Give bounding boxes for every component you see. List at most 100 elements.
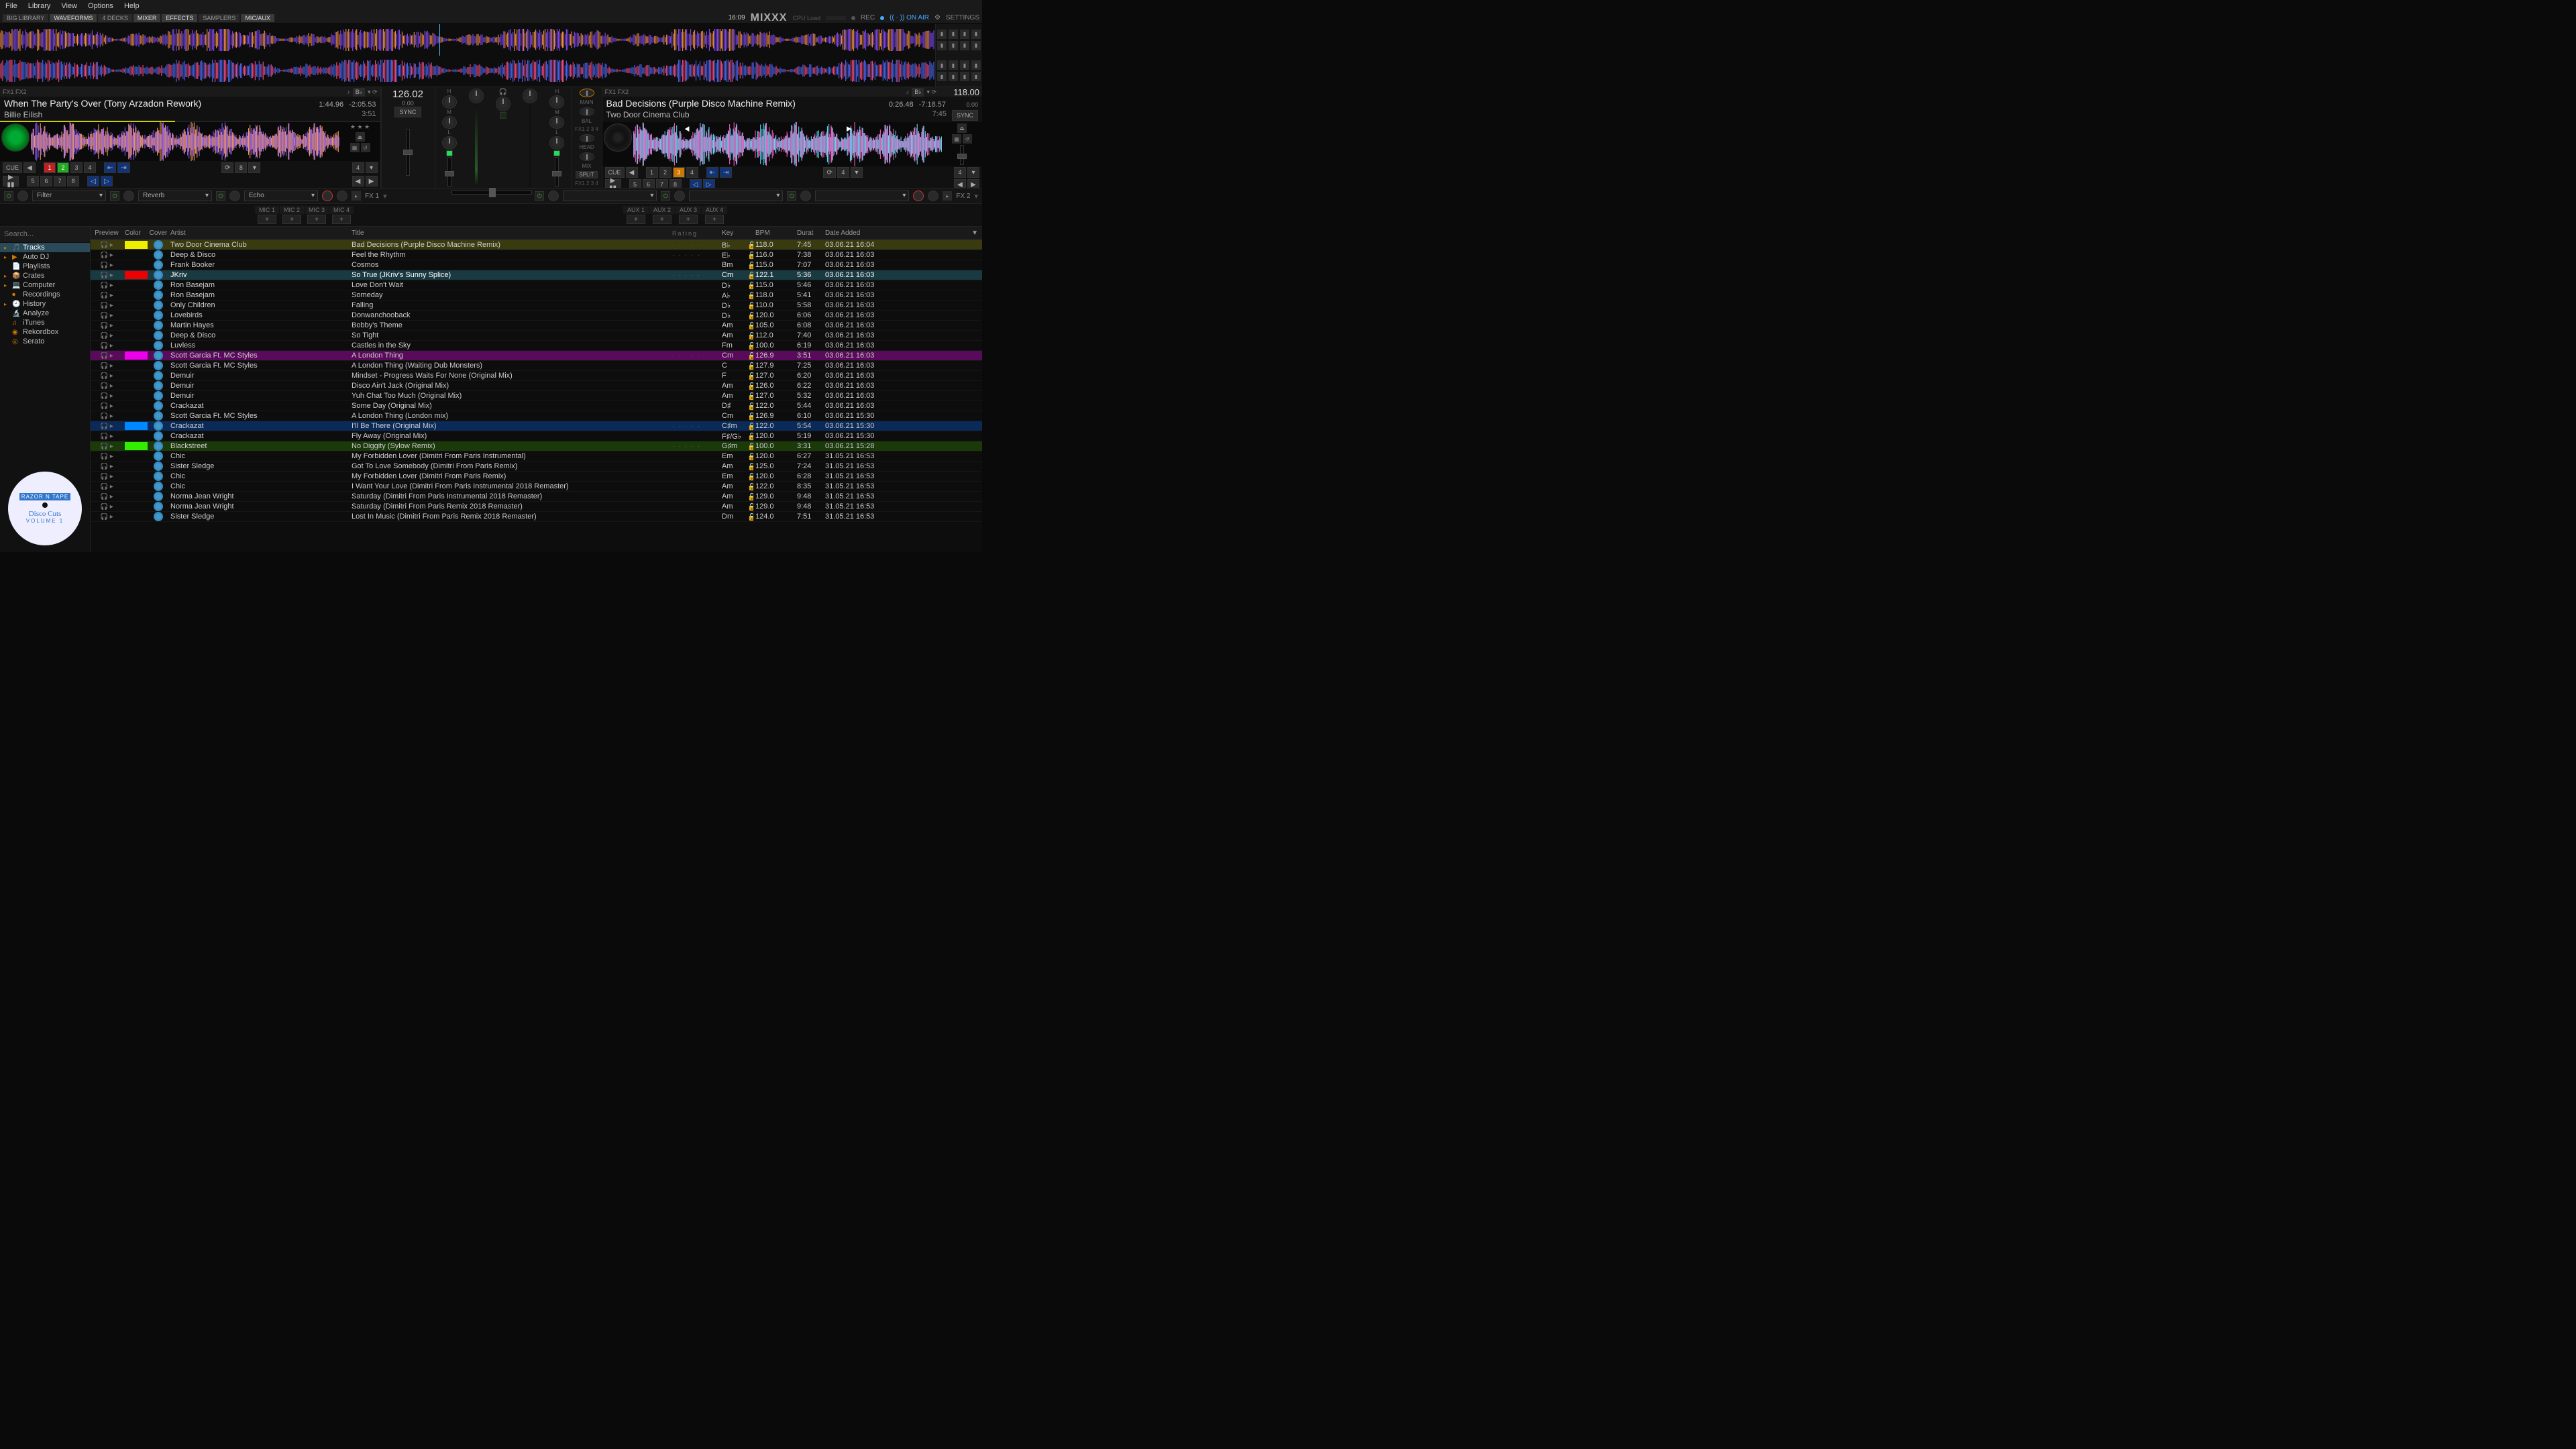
ch1-eq-low[interactable] (442, 136, 457, 150)
col-preview[interactable]: Preview (91, 229, 123, 237)
fx1-slot2-power[interactable]: ⏻ (110, 191, 119, 201)
bpm-lock-icon[interactable]: 🔒 (745, 251, 753, 260)
track-row[interactable]: 🎧▸ Demuir Disco Ain't Jack (Original Mix… (91, 381, 982, 391)
mic-4-enable[interactable]: + (332, 215, 351, 224)
preview-play-icon[interactable]: 🎧 (100, 262, 108, 269)
tree-rekordbox[interactable]: ◉Rekordbox (0, 327, 90, 337)
menu-options[interactable]: Options (88, 2, 113, 10)
deck1-jump-back[interactable]: ◀ (352, 176, 364, 186)
deck2-hotcue-4[interactable]: 4 (686, 167, 698, 178)
fx1-mix[interactable] (337, 191, 347, 201)
deck1-hotcue-7[interactable]: 7 (54, 176, 66, 186)
ovs2-btn-7[interactable]: ▮ (971, 72, 981, 81)
ch1-eq-mid[interactable] (442, 116, 457, 129)
bpm-lock-icon[interactable]: 🔒 (745, 492, 753, 501)
track-row[interactable]: 🎧▸ Crackazat I'll Be There (Original Mix… (91, 421, 982, 431)
ovs2-btn-0[interactable]: ▮ (937, 60, 947, 70)
preview-play-icon[interactable]: 🎧 (100, 332, 108, 339)
tree-playlists[interactable]: 📄Playlists (0, 262, 90, 271)
tree-recordings[interactable]: ⏺Recordings (0, 290, 90, 299)
aux-2-enable[interactable]: + (653, 215, 672, 224)
deck1-hotcue-2[interactable]: 2 (57, 162, 69, 173)
track-rating[interactable]: · · · · · (670, 352, 712, 359)
aux-3-label[interactable]: AUX 3 (676, 206, 701, 214)
split-cue-button[interactable]: SPLIT (576, 171, 597, 178)
bpm-lock-icon[interactable]: 🔒 (745, 442, 753, 451)
aux-4-label[interactable]: AUX 4 (702, 206, 727, 214)
ch2-pfl[interactable] (553, 150, 560, 156)
track-row[interactable]: 🎧▸ Demuir Yuh Chat Too Much (Original Mi… (91, 391, 982, 401)
fx1-slot3-power[interactable]: ⏻ (216, 191, 225, 201)
deck1-hotcue-8[interactable]: 8 (67, 176, 79, 186)
preview-play-icon[interactable]: 🎧 (100, 362, 108, 370)
col-color[interactable]: Color (123, 229, 148, 237)
headphone-gain[interactable] (496, 97, 511, 111)
track-rating[interactable]: · · · · · (670, 252, 712, 258)
preview-play-icon[interactable]: 🎧 (100, 493, 108, 500)
deck1-key-menu-icon[interactable]: ♪ (347, 89, 350, 95)
preview-play-icon[interactable]: 🎧 (100, 292, 108, 299)
bpm-lock-icon[interactable]: 🔒 (745, 362, 753, 370)
fx2-slot2-meta[interactable] (674, 191, 685, 201)
main-gain[interactable] (580, 89, 594, 97)
preview-play-icon[interactable]: 🎧 (100, 352, 108, 360)
ovs2-btn-1[interactable]: ▮ (949, 60, 958, 70)
bpm-lock-icon[interactable]: 🔒 (745, 482, 753, 491)
mic-3-label[interactable]: MIC 3 (305, 206, 329, 214)
track-row[interactable]: 🎧▸ Chic My Forbidden Lover (Dimitri From… (91, 451, 982, 462)
menu-file[interactable]: File (5, 2, 17, 10)
deck1-eject-button[interactable]: ⏏ (356, 132, 365, 142)
track-color-chip[interactable] (125, 352, 148, 360)
deck2-beatjump-menu[interactable]: ▾ (967, 167, 979, 178)
ovs1-btn-4[interactable]: ▮ (937, 41, 947, 50)
mic-1-label[interactable]: MIC 1 (255, 206, 279, 214)
preview-play-icon[interactable]: 🎧 (100, 413, 108, 420)
deck1-loop-out[interactable]: ⇥ (117, 162, 129, 173)
preview-play-icon[interactable]: 🎧 (100, 322, 108, 329)
tree-tracks[interactable]: ▸🎵Tracks (0, 243, 90, 252)
bpm-lock-icon[interactable]: 🔒 (745, 502, 753, 511)
aux-1-label[interactable]: AUX 1 (623, 206, 649, 214)
preview-play-icon[interactable]: 🎧 (100, 463, 108, 470)
deck2-bpm[interactable]: 118.00 (939, 87, 979, 97)
deck1-hotcue-6[interactable]: 6 (40, 176, 52, 186)
tree-history[interactable]: ▸🕘History (0, 299, 90, 309)
bpm-lock-icon[interactable]: 🔒 (745, 281, 753, 290)
deck1-beatgrid-earlier[interactable]: ◁ (87, 176, 99, 186)
deck2-waveform[interactable]: ◀ ▶ (633, 122, 943, 166)
toolbar-waveforms[interactable]: WAVEFORMS (50, 14, 97, 22)
track-row[interactable]: 🎧▸ Scott Garcia Ft. MC Styles A London T… (91, 351, 982, 361)
bpm-lock-icon[interactable]: 🔒 (745, 301, 753, 310)
ch2-volume[interactable] (555, 157, 559, 186)
track-color-chip[interactable] (125, 271, 148, 279)
deck1-cue-button[interactable]: CUE (3, 162, 22, 173)
bpm-lock-icon[interactable]: 🔒 (745, 452, 753, 461)
deck1-beatjump-menu[interactable]: ▾ (366, 162, 378, 173)
fx2-slot1-select[interactable] (563, 191, 657, 201)
ovs1-btn-3[interactable]: ▮ (971, 30, 981, 39)
aux-2-label[interactable]: AUX 2 (649, 206, 675, 214)
toolbar-big-library[interactable]: BIG LIBRARY (3, 14, 48, 22)
bpm-lock-icon[interactable]: 🔒 (745, 402, 753, 411)
deck2-hotcue-3[interactable]: 3 (673, 167, 685, 178)
preview-play-icon[interactable]: 🎧 (100, 473, 108, 480)
bpm-lock-icon[interactable]: 🔒 (745, 372, 753, 380)
preview-play-icon[interactable]: 🎧 (100, 433, 108, 440)
deck1-jump-fwd[interactable]: ▶ (366, 176, 378, 186)
ch2-eq-low[interactable] (549, 136, 564, 150)
toolbar-4-decks[interactable]: 4 DECKS (98, 14, 132, 22)
toolbar-samplers[interactable]: SAMPLERS (199, 14, 239, 22)
toolbar-effects[interactable]: EFFECTS (162, 14, 197, 22)
preview-play-icon[interactable]: 🎧 (100, 342, 108, 350)
deck1-waveform[interactable] (31, 122, 340, 161)
deck2-loop-toggle[interactable]: ⟳ (823, 167, 835, 178)
preview-play-icon[interactable]: 🎧 (100, 402, 108, 410)
track-rating[interactable]: · · · · · (670, 241, 712, 248)
deck2-cue-button[interactable]: CUE (605, 167, 625, 178)
fx2-slot1-power[interactable]: ⏻ (535, 191, 544, 201)
track-row[interactable]: 🎧▸ Frank Booker Cosmos Bm 🔒 115.0 7:07 0… (91, 260, 982, 270)
preview-play-icon[interactable]: 🎧 (100, 513, 108, 521)
fx2-slot1-meta[interactable] (548, 191, 559, 201)
deck2-eject-button[interactable]: ⏏ (957, 123, 967, 133)
fx2-slot3-select[interactable] (815, 191, 909, 201)
